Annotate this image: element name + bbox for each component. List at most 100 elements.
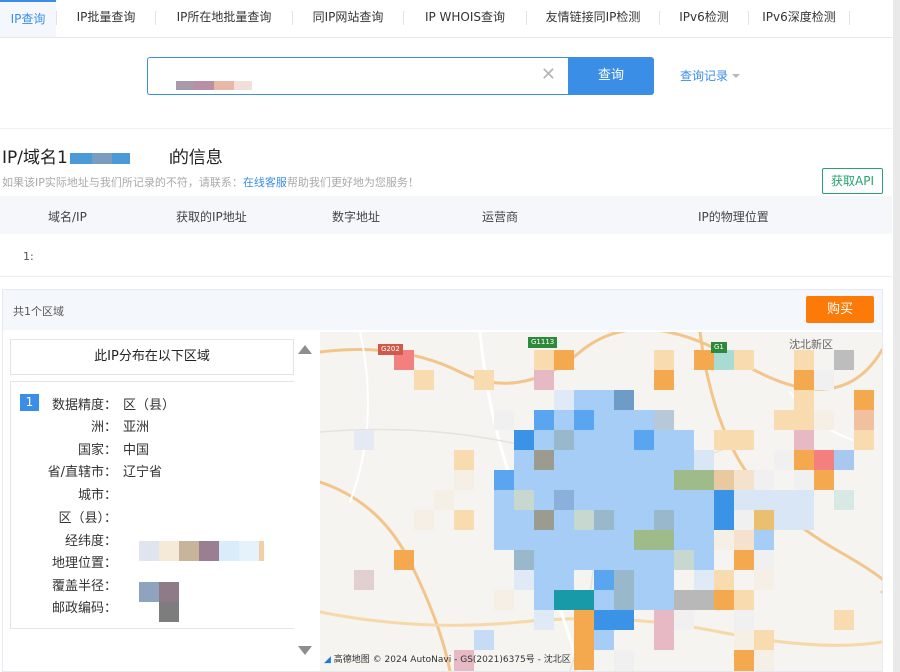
map-credit: ◢ 高德地图 © 2024 AutoNavi - GS(2021)6375号 -…	[324, 655, 571, 665]
page-scrollbar[interactable]	[893, 0, 900, 672]
tile	[834, 490, 854, 510]
tab-ip-whois[interactable]: IP WHOIS查询	[404, 0, 526, 37]
column-header: 运营商	[482, 210, 519, 224]
tile	[794, 450, 814, 470]
tile	[614, 410, 634, 430]
tile	[714, 430, 734, 450]
tab-same-ip-sites[interactable]: 同IP网站查询	[293, 0, 403, 37]
tile	[694, 510, 714, 530]
tile	[854, 410, 874, 430]
tile	[674, 470, 714, 490]
tile	[734, 610, 754, 630]
tile	[674, 550, 694, 570]
get-api-button[interactable]: 获取API	[822, 168, 883, 194]
divider	[0, 128, 892, 129]
tile	[634, 510, 654, 530]
redacted-radius	[139, 582, 179, 622]
tile	[554, 410, 574, 430]
tab-ipv6-deep-check[interactable]: IPv6深度检测	[749, 0, 849, 37]
tab-ip-batch-query[interactable]: IP批量查询	[57, 0, 155, 37]
tile	[754, 550, 774, 570]
tile	[694, 450, 714, 470]
tab-ip-location-batch[interactable]: IP所在地批量查询	[156, 0, 292, 37]
tile	[854, 430, 874, 450]
chevron-down-icon	[732, 74, 741, 78]
region-map[interactable]: 沈北新区 G1113 G1 G202 ◢ 高德地图 © 2024 AutoNav…	[320, 332, 882, 671]
scroll-down-icon[interactable]	[298, 646, 312, 655]
title-prefix: IP/域名1	[2, 148, 68, 168]
tile	[714, 490, 734, 510]
tile	[774, 510, 814, 530]
online-support-link[interactable]: 在线客服	[243, 176, 287, 189]
correction-notice: 如果该IP实际地址与我们所记录的不符，请联系：在线客服帮助我们更好地为您服务！	[2, 176, 419, 189]
tile	[654, 610, 674, 630]
tile	[674, 530, 714, 550]
tile	[634, 530, 654, 550]
tile	[354, 430, 374, 450]
tile	[834, 450, 854, 470]
region-panel: 共1个区域 购买 此IP分布在以下区域 1 数据精度： 区（县） 洲： 亚洲 国家：…	[2, 289, 883, 672]
tile	[674, 590, 714, 610]
tile	[754, 570, 774, 590]
tile	[814, 470, 834, 490]
tile	[554, 350, 574, 370]
tile	[394, 550, 414, 570]
column-header: 域名/IP	[48, 210, 87, 224]
tile	[654, 370, 674, 390]
search-button[interactable]: 查询	[568, 57, 654, 95]
tile	[734, 590, 754, 610]
tile	[514, 430, 534, 450]
tile	[574, 410, 594, 430]
tile	[634, 450, 694, 470]
tile	[454, 510, 474, 530]
redacted-ip	[67, 153, 172, 164]
tile	[794, 430, 814, 450]
tile	[794, 370, 814, 390]
tile	[674, 430, 694, 450]
buy-button[interactable]: 购买	[806, 296, 874, 323]
region-count: 共1个区域	[13, 305, 64, 318]
tab-ip-query[interactable]: IP查询	[0, 0, 56, 37]
tile	[534, 410, 554, 430]
map-label: 沈北新区	[789, 338, 833, 351]
coverage-tiles	[354, 350, 874, 671]
tile	[534, 370, 554, 390]
tile	[534, 610, 554, 630]
tile	[514, 550, 534, 570]
tile	[414, 370, 434, 390]
region-detail-card: 1 数据精度： 区（县） 洲： 亚洲 国家： 中国 省/直辖市： 辽宁省 城市： 区（县…	[10, 381, 294, 629]
column-header: 数字地址	[332, 210, 381, 224]
scroll-up-icon[interactable]	[298, 345, 312, 354]
tile	[554, 430, 574, 450]
field-location: 地理位置：	[51, 556, 117, 571]
tile	[654, 350, 674, 370]
field-city: 城市：	[77, 488, 117, 503]
query-history-dropdown[interactable]: 查询记录	[680, 67, 741, 84]
tile	[814, 450, 834, 470]
field-country: 国家： 中国	[77, 443, 150, 458]
tile	[534, 430, 554, 450]
tile	[534, 570, 574, 590]
tab-separator	[849, 11, 850, 25]
tile	[754, 470, 774, 490]
tab-friend-link-check[interactable]: 友情链接同IP检测	[527, 0, 659, 37]
tile	[594, 570, 614, 590]
tab-ipv6-check[interactable]: IPv6检测	[660, 0, 748, 37]
tile	[734, 530, 754, 550]
tile	[714, 570, 734, 590]
column-header: IP的物理位置	[698, 210, 769, 224]
field-district: 区（县）：	[58, 511, 117, 526]
tile	[654, 410, 674, 430]
tile	[574, 390, 594, 410]
close-icon[interactable]: ✕	[541, 66, 556, 84]
tile	[354, 570, 374, 590]
road-shield: G1	[711, 342, 727, 353]
tile	[534, 350, 554, 370]
tile	[654, 510, 674, 530]
tile	[514, 570, 534, 590]
ip-search-input[interactable]: ✕	[147, 57, 568, 95]
tile	[714, 350, 734, 370]
tile	[674, 610, 694, 630]
tile	[534, 510, 554, 530]
page-title: IP/域名1 的信息	[2, 143, 223, 168]
